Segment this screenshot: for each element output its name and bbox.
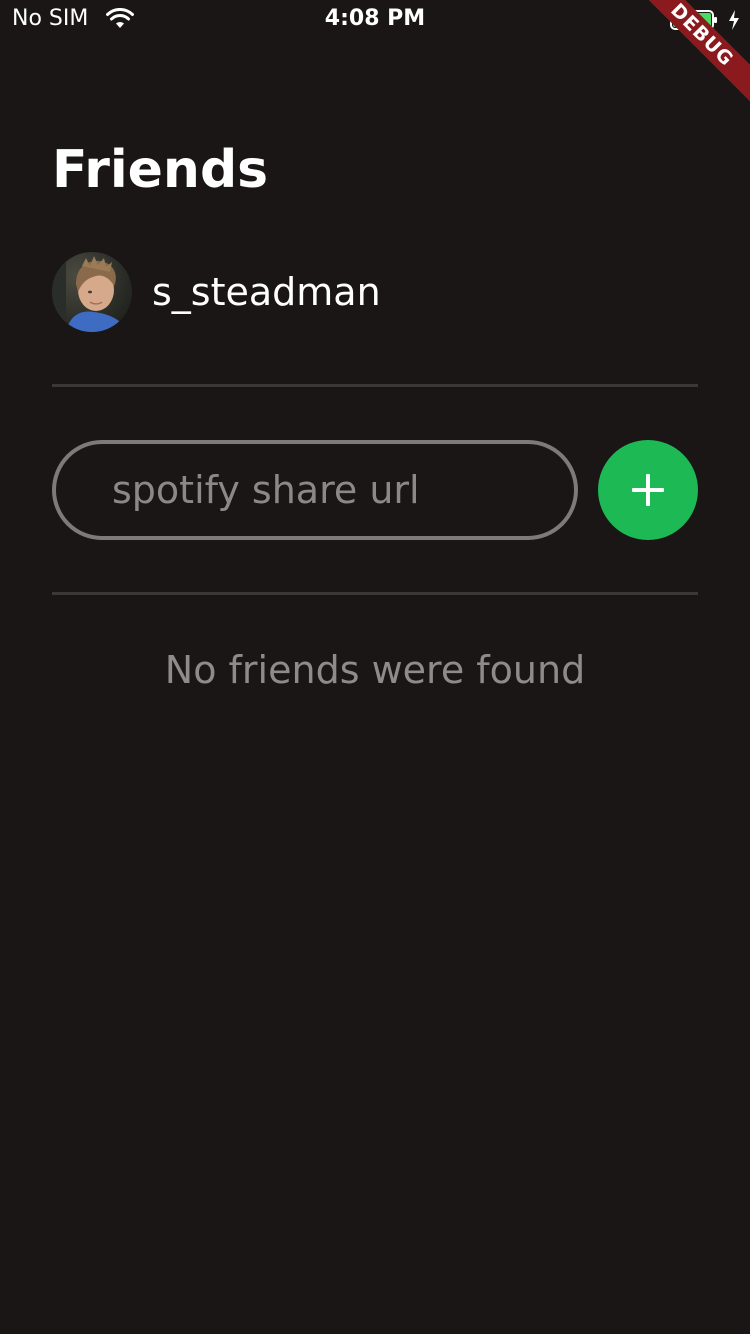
status-bar: No SIM 4:08 PM	[0, 0, 750, 40]
user-avatar	[52, 252, 132, 332]
charging-bolt-icon	[729, 10, 739, 30]
current-user-row: s_steadman	[52, 252, 381, 332]
bottom-divider	[52, 592, 698, 595]
username: s_steadman	[152, 270, 381, 314]
top-divider	[52, 384, 698, 387]
spotify-url-input[interactable]	[52, 440, 578, 540]
page-title: Friends	[52, 140, 269, 200]
plus-icon	[632, 474, 664, 506]
empty-friends-message: No friends were found	[164, 648, 586, 692]
status-time: 4:08 PM	[324, 6, 426, 31]
avatar-photo-icon	[52, 252, 132, 332]
add-friend-button[interactable]	[598, 440, 698, 540]
